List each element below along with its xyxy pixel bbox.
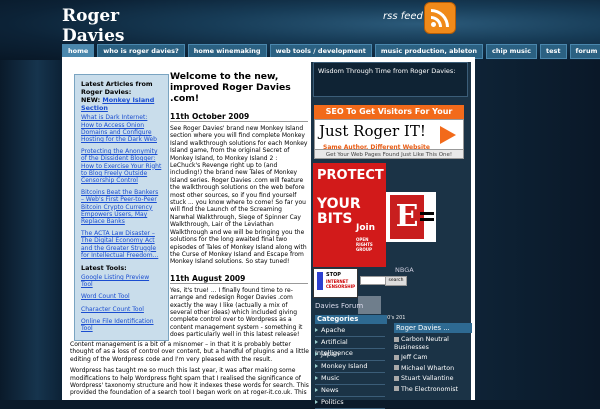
tool-link[interactable]: Word Count Tool xyxy=(81,293,162,300)
arrow-icon xyxy=(440,126,456,144)
category-item[interactable]: Monkey Island xyxy=(315,361,385,373)
title-line-2: Davies xyxy=(62,26,124,46)
page-heading: Welcome to the new, improved Roger Davie… xyxy=(170,71,308,104)
wisdom-box: Wisdom Through Time from Roger Davies: xyxy=(313,62,468,97)
blogroll-item[interactable]: Michael Wharton xyxy=(394,365,470,373)
main-nav: home who is roger davies? home winemakin… xyxy=(62,44,600,56)
blogroll-item[interactable]: The Electronomist xyxy=(394,386,470,394)
latest-tools-heading: Latest Tools: xyxy=(81,264,162,272)
blogroll-item[interactable]: Stuart Vallantine xyxy=(394,375,470,383)
tool-link[interactable]: Character Count Tool xyxy=(81,306,162,313)
latest-articles-heading: Latest Articles from Roger Davies: NEW: … xyxy=(81,80,162,112)
search-input[interactable] xyxy=(360,276,387,285)
rss-label[interactable]: rss feed xyxy=(383,11,423,22)
wisdom-title: Wisdom Through Time from Roger Davies: xyxy=(318,67,455,75)
protect-your-bits-banner[interactable]: PROTECT YOURBITS Join OPEN RIGHTS GROUP xyxy=(313,163,386,267)
categories-header: Categories xyxy=(315,315,387,324)
eff-logo[interactable]: E xyxy=(386,192,436,242)
post-date: 11th August 2009 xyxy=(170,274,308,284)
blogroll: Roger Davies ... Carbon Neutral Business… xyxy=(394,323,470,396)
seo-banner-title[interactable]: SEO To Get Visitors For Your Site! xyxy=(314,105,464,119)
article-link[interactable]: Bitcoins Beat the Bankers – Web's First … xyxy=(81,189,162,225)
post-date: 11th October 2009 xyxy=(170,112,308,122)
category-item[interactable]: Apache xyxy=(315,325,385,337)
article-link[interactable]: The ACTA Law Disaster – The Digital Econ… xyxy=(81,230,162,259)
wide-content: Content management is a bit of a misnome… xyxy=(70,341,310,401)
blogroll-item[interactable]: Jeff Cam xyxy=(394,354,470,362)
site-title[interactable]: Roger Davies xyxy=(62,6,124,46)
seo-banner-footer[interactable]: Get Your Web Pages Found Just Like This … xyxy=(314,149,464,159)
category-item[interactable]: Artificial Intelligence xyxy=(315,337,385,349)
nav-tab-chip[interactable]: chip music xyxy=(486,44,537,59)
wide-paragraph: Wordpress has taught me so much this las… xyxy=(70,367,310,397)
right-background xyxy=(475,60,600,400)
category-item[interactable]: Music xyxy=(315,373,385,385)
nav-tab-test[interactable]: test xyxy=(540,44,567,59)
blogroll-header: Roger Davies ... xyxy=(394,323,472,333)
latest-articles-sidebar: Latest Articles from Roger Davies: NEW: … xyxy=(74,74,169,341)
blogroll-item[interactable]: Carbon Neutral Businesses xyxy=(394,336,470,351)
wide-paragraph: Content management is a bit of a misnome… xyxy=(70,341,310,363)
title-line-1: Roger xyxy=(62,6,124,26)
categories-list: Apache Artificial Intelligence Japan Mon… xyxy=(315,325,385,409)
post-body: Yes, it's true! ... I finally found time… xyxy=(170,287,308,339)
post-body: See Roger Davies' brand new Monkey Islan… xyxy=(170,125,308,266)
rss-icon[interactable] xyxy=(424,2,456,34)
search-button[interactable]: search xyxy=(385,276,407,286)
stop-censorship-badge[interactable]: STOP INTERNET CENSORSHIP xyxy=(313,268,358,298)
nav-tab-forum[interactable]: forum xyxy=(570,44,600,59)
seo-banner-headline: Just Roger IT! xyxy=(319,122,426,140)
side-small-text: 80's 201 xyxy=(384,316,405,321)
tool-link[interactable]: Google Listing Preview Tool xyxy=(81,274,162,288)
article-link[interactable]: Protecting the Anonymity of the Dissiden… xyxy=(81,148,162,184)
main-content: Welcome to the new, improved Roger Davie… xyxy=(170,71,308,339)
article-link[interactable]: What is Dark Internet: How to Access Oni… xyxy=(81,114,162,143)
tool-link[interactable]: Online File Identification Tool xyxy=(81,318,162,332)
category-item[interactable]: Politics xyxy=(315,397,385,409)
nbga-label: NBGA xyxy=(395,266,414,274)
category-item[interactable]: News xyxy=(315,385,385,397)
left-background xyxy=(0,60,62,400)
forum-label[interactable]: Davies Forum xyxy=(315,302,363,310)
ribbon-icon xyxy=(317,272,323,290)
